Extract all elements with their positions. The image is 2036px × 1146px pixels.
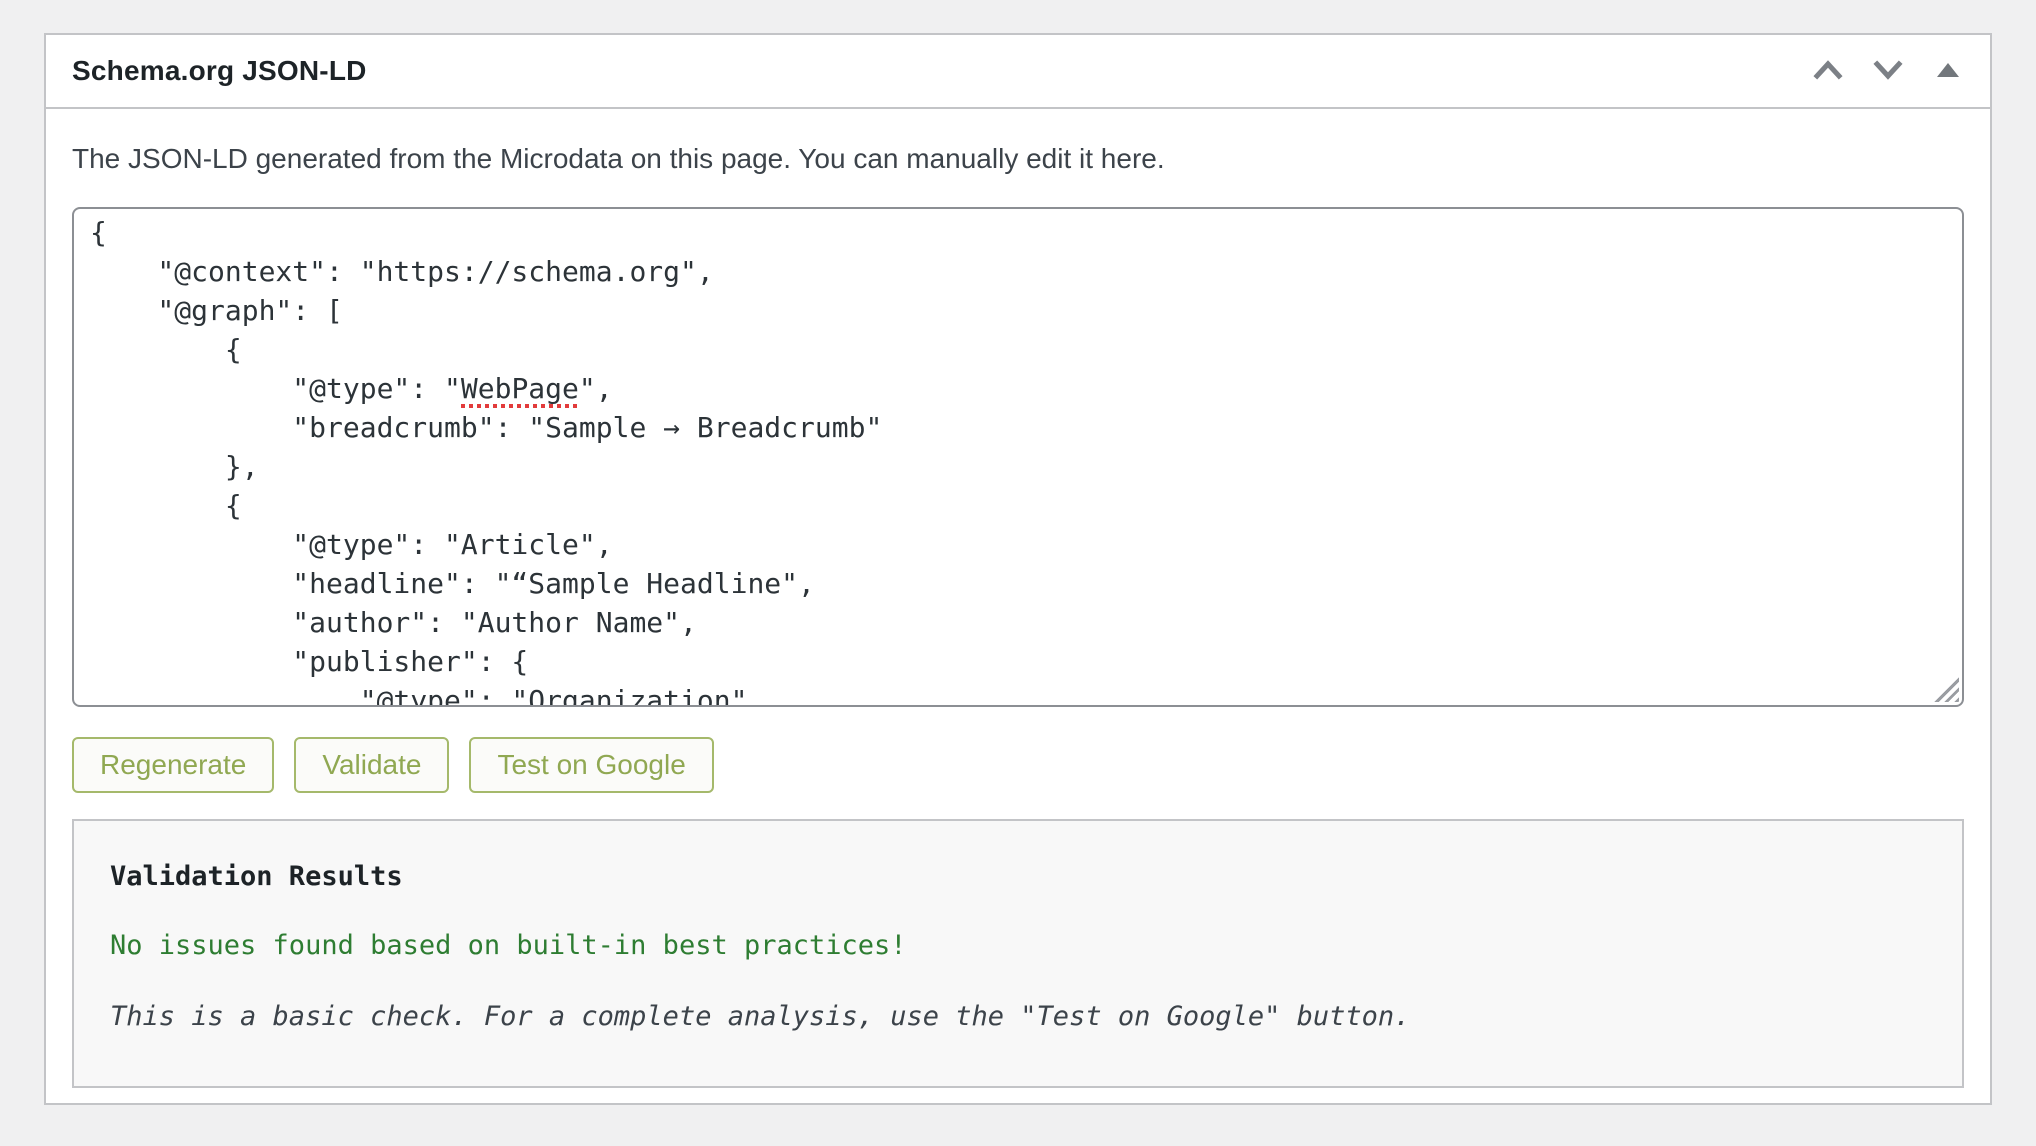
validation-results-heading: Validation Results (110, 861, 1926, 892)
metabox-header: Schema.org JSON-LD (46, 35, 1990, 109)
validation-results-panel: Validation Results No issues found based… (72, 819, 1964, 1088)
toggle-panel-button[interactable] (1930, 53, 1966, 89)
metabox-body: The JSON-LD generated from the Microdata… (46, 143, 1990, 1114)
move-down-button[interactable] (1870, 53, 1906, 89)
test-on-google-button[interactable]: Test on Google (469, 737, 713, 793)
validate-button[interactable]: Validate (294, 737, 449, 793)
chevron-up-icon (1813, 59, 1843, 84)
metabox-handle-actions (1810, 53, 1966, 89)
json-code: { "@context": "https://schema.org", "@gr… (90, 213, 1946, 707)
schema-jsonld-metabox: Schema.org JSON-LD (44, 33, 1992, 1105)
jsonld-editor-textarea[interactable]: { "@context": "https://schema.org", "@gr… (72, 207, 1964, 707)
metabox-description: The JSON-LD generated from the Microdata… (72, 143, 1964, 175)
chevron-down-icon (1873, 59, 1903, 84)
triangle-up-icon (1936, 61, 1960, 82)
metabox-title: Schema.org JSON-LD (72, 55, 367, 87)
regenerate-button[interactable]: Regenerate (72, 737, 274, 793)
action-button-row: Regenerate Validate Test on Google (72, 737, 1964, 793)
move-up-button[interactable] (1810, 53, 1846, 89)
validation-note: This is a basic check. For a complete an… (110, 1001, 1926, 1032)
validation-success-message: No issues found based on built-in best p… (110, 930, 1926, 961)
